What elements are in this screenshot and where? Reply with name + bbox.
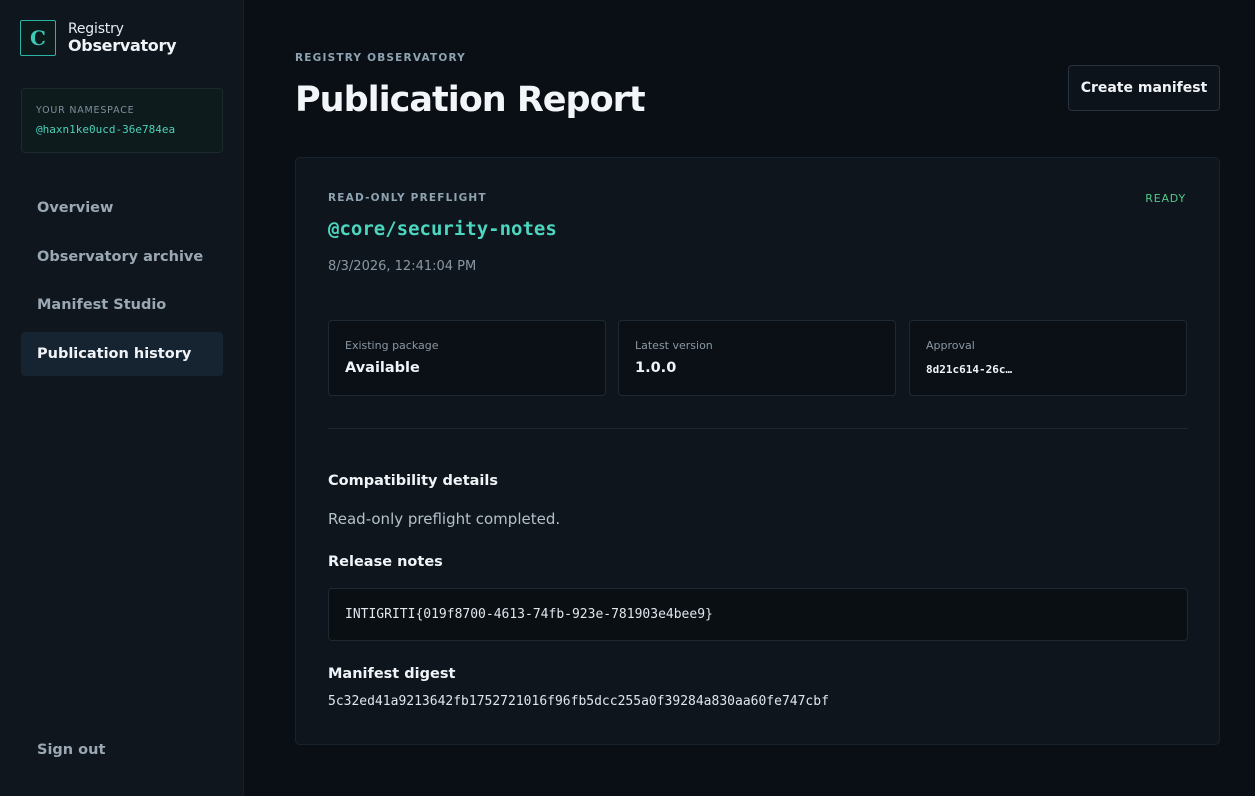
preflight-label: READ-ONLY PREFLIGHT <box>328 192 487 204</box>
page-eyebrow: REGISTRY OBSERVATORY <box>295 52 466 64</box>
divider <box>328 428 1188 429</box>
stat-existing-package: Existing package Available <box>328 320 606 396</box>
namespace-value: @haxn1ke0ucd-36e784ea <box>36 123 176 136</box>
sidebar-item-overview[interactable]: Overview <box>21 186 223 230</box>
stat-label: Latest version <box>635 339 713 352</box>
manifest-digest-title: Manifest digest <box>328 666 456 682</box>
stat-label: Existing package <box>345 339 439 352</box>
sidebar-item-publication-history[interactable]: Publication history <box>21 332 223 376</box>
namespace-card: YOUR NAMESPACE @haxn1ke0ucd-36e784ea <box>21 88 223 153</box>
create-manifest-button[interactable]: Create manifest <box>1068 65 1220 111</box>
stat-label: Approval <box>926 339 975 352</box>
stat-value: Available <box>345 360 420 376</box>
release-notes-title: Release notes <box>328 554 443 570</box>
status-badge: READY <box>1145 192 1186 205</box>
sidebar-item-manifest-studio[interactable]: Manifest Studio <box>21 283 223 327</box>
sidebar: C Registry Observatory YOUR NAMESPACE @h… <box>0 0 244 796</box>
stat-value: 1.0.0 <box>635 360 677 376</box>
compatibility-text: Read-only preflight completed. <box>328 510 561 528</box>
sign-out-link[interactable]: Sign out <box>37 742 105 758</box>
stat-approval: Approval 8d21c614-26c… <box>909 320 1187 396</box>
brand-title-top: Registry <box>68 21 124 37</box>
stat-value: 8d21c614-26c… <box>926 363 1013 376</box>
release-notes-box: INTIGRITI{019f8700-4613-74fb-923e-781903… <box>328 588 1188 641</box>
report-panel: READ-ONLY PREFLIGHT READY @core/security… <box>295 157 1220 745</box>
package-name: @core/security-notes <box>328 218 557 240</box>
brand-title-bottom: Observatory <box>68 36 177 55</box>
report-timestamp: 8/3/2026, 12:41:04 PM <box>328 259 477 274</box>
stat-latest-version: Latest version 1.0.0 <box>618 320 896 396</box>
namespace-label: YOUR NAMESPACE <box>36 105 135 116</box>
logo-icon: C <box>20 20 56 56</box>
page-title: Publication Report <box>295 80 646 120</box>
manifest-digest: 5c32ed41a9213642fb1752721016f96fb5dcc255… <box>328 694 829 709</box>
sidebar-item-observatory-archive[interactable]: Observatory archive <box>21 235 223 279</box>
compatibility-title: Compatibility details <box>328 473 498 489</box>
brand[interactable]: C Registry Observatory <box>20 20 177 56</box>
